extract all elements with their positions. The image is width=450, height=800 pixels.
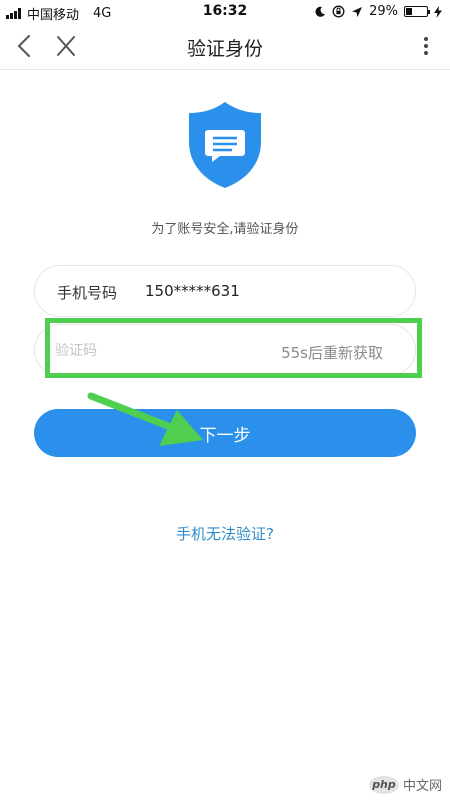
rotation-lock-icon [332,5,345,18]
highlight-annotation [45,318,422,378]
shield-message-icon [189,102,261,188]
phone-field: 手机号码 150*****631 [34,265,416,317]
charging-icon [434,5,442,18]
moon-icon [315,6,326,17]
more-vertical-icon[interactable] [416,34,436,58]
watermark-text: 中文网 [402,779,442,794]
phone-label: 手机号码 [57,284,118,302]
close-icon[interactable] [52,32,80,60]
status-bar: 中国移动 4G 16:32 29% [0,0,450,24]
cannot-verify-link[interactable]: 手机无法验证? [0,523,450,544]
phone-value: 150*****631 [145,282,240,300]
security-notice: 为了账号安全,请验证身份 [151,222,299,237]
battery-percent: 29% [369,4,398,19]
watermark-logo: php [368,775,399,794]
watermark: php 中文网 [368,775,442,794]
nav-bar: 验证身份 [0,24,450,70]
arrow-annotation-icon [87,392,203,446]
location-icon [352,6,363,17]
page-title: 验证身份 [186,38,263,60]
chevron-left-icon[interactable] [12,32,40,60]
status-right: 29% [314,4,442,19]
battery-icon [404,6,430,17]
